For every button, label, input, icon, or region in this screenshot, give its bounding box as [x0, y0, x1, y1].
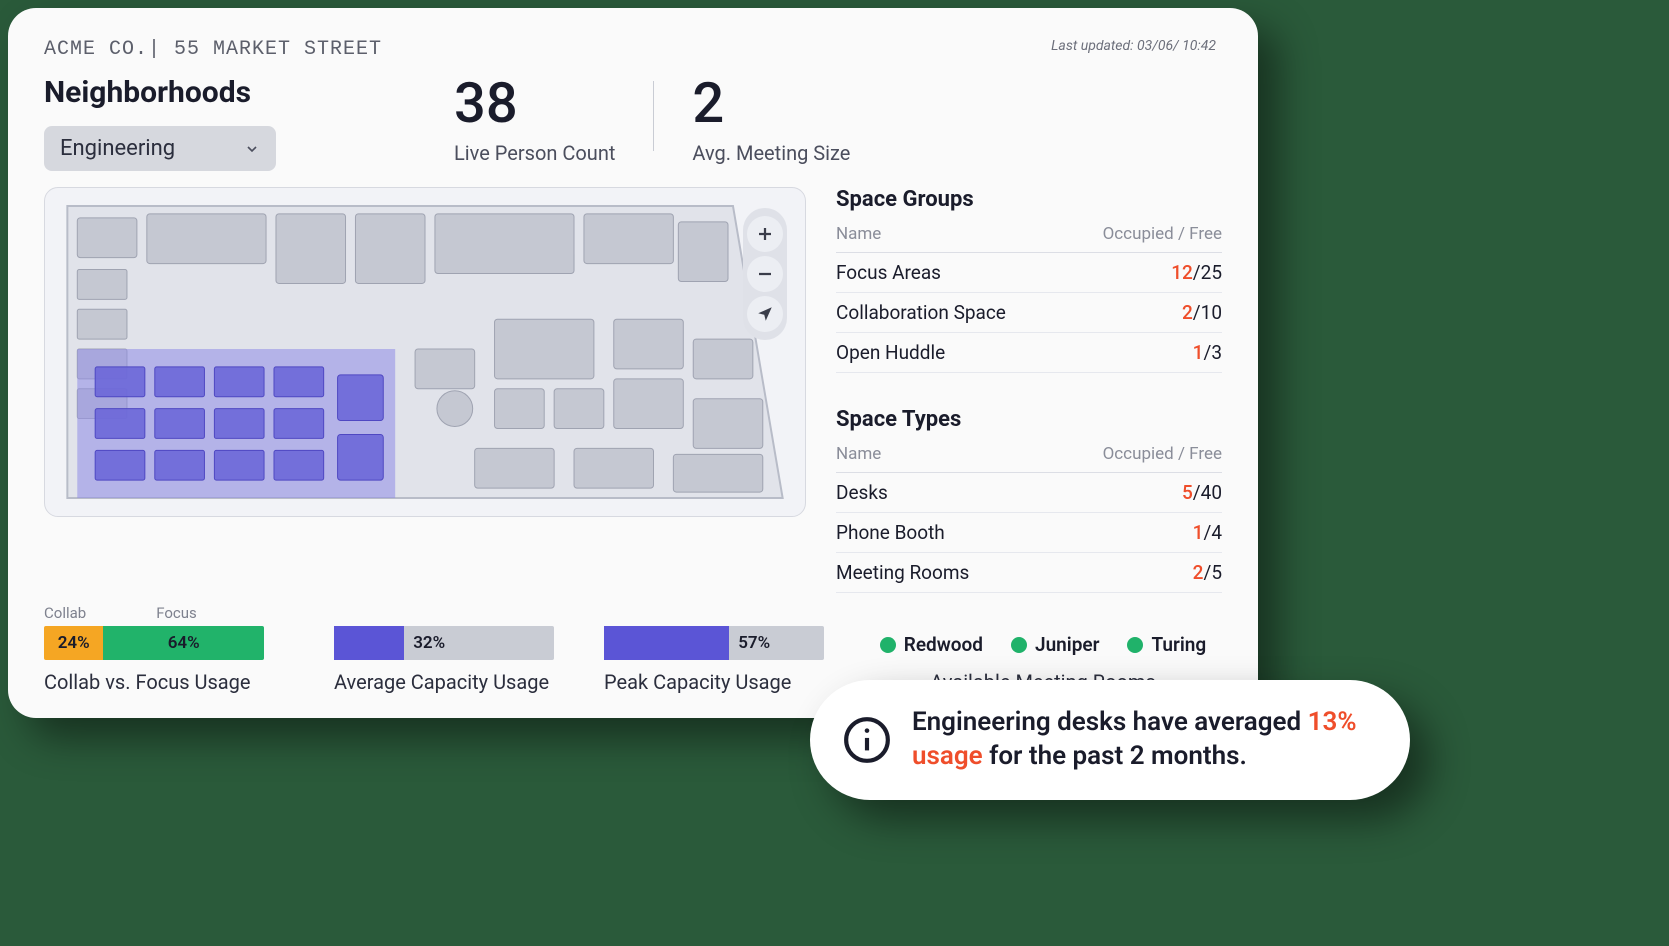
- space-groups-title: Space Groups: [836, 187, 1222, 212]
- neighborhood-column: Neighborhoods Engineering: [44, 75, 424, 171]
- cvf-label: Collab vs. Focus Usage: [44, 670, 274, 694]
- peak-usage-label: Peak Capacity Usage: [604, 670, 834, 694]
- cvf-focus-segment: 64%: [103, 626, 264, 660]
- avg-meeting-size-metric: 2 Avg. Meeting Size: [692, 75, 850, 165]
- zoom-out-button[interactable]: [747, 256, 783, 292]
- page-title: Neighborhoods: [44, 75, 424, 110]
- table-row: Open Huddle 1/3: [836, 333, 1222, 373]
- row-value: 1/3: [1193, 341, 1222, 364]
- dashboard-card: ACME CO.| 55 MARKET STREET Last updated:…: [8, 8, 1258, 718]
- table-row: Desks 5/40: [836, 473, 1222, 513]
- table-row: Collaboration Space 2/10: [836, 293, 1222, 333]
- avg-usage-fill: [334, 626, 404, 660]
- col-name: Name: [836, 444, 881, 464]
- middle-row: Space Groups Name Occupied / Free Focus …: [44, 187, 1222, 593]
- legend-item: Redwood: [880, 633, 983, 656]
- neighborhood-select[interactable]: Engineering: [44, 126, 276, 171]
- peak-capacity-chart: 57% Peak Capacity Usage: [604, 626, 834, 694]
- zoom-in-button[interactable]: [747, 216, 783, 252]
- row-name: Collaboration Space: [836, 301, 1006, 324]
- row-name: Meeting Rooms: [836, 561, 969, 584]
- col-name: Name: [836, 224, 881, 244]
- legend-item-label: Turing: [1151, 633, 1206, 656]
- legend-item: Juniper: [1011, 633, 1100, 656]
- insight-text: Engineering desks have averaged 13% usag…: [912, 706, 1378, 774]
- row-name: Focus Areas: [836, 261, 941, 284]
- live-person-count-metric: 38 Live Person Count: [454, 75, 615, 165]
- insight-post: for the past 2 months.: [983, 741, 1247, 771]
- location-arrow-icon: [756, 305, 774, 323]
- status-dot-icon: [1011, 637, 1027, 653]
- info-icon: [842, 715, 892, 765]
- table-row: Focus Areas 12/25: [836, 253, 1222, 293]
- table-row: Meeting Rooms 2/5: [836, 553, 1222, 593]
- avg-capacity-chart: 32% Average Capacity Usage: [334, 626, 564, 694]
- space-types-title: Space Types: [836, 407, 1222, 432]
- space-types-section: Space Types Name Occupied / Free Desks 5…: [836, 407, 1222, 593]
- space-types-header: Name Occupied / Free: [836, 444, 1222, 473]
- row-value: 12/25: [1171, 261, 1222, 284]
- legend-item: Turing: [1127, 633, 1206, 656]
- floorplan-map[interactable]: [57, 200, 793, 504]
- legend-item-label: Redwood: [904, 633, 983, 656]
- live-person-count-value: 38: [454, 75, 615, 131]
- collab-focus-chart: Collab Focus 24% 64% Collab vs. Focus Us…: [44, 604, 274, 694]
- plus-icon: [756, 225, 774, 243]
- space-groups-header: Name Occupied / Free: [836, 224, 1222, 253]
- header-row: Neighborhoods Engineering 38 Live Person…: [44, 75, 1222, 171]
- legend-row: Redwood Juniper Turing: [880, 633, 1206, 656]
- avg-usage-text: 32%: [413, 633, 445, 653]
- col-occupied-free: Occupied / Free: [1103, 224, 1222, 244]
- chevron-down-icon: [244, 141, 260, 157]
- zoom-controls: [743, 208, 787, 340]
- cvf-bar: 24% 64%: [44, 626, 264, 660]
- recenter-button[interactable]: [747, 296, 783, 332]
- avg-meeting-size-label: Avg. Meeting Size: [692, 141, 850, 165]
- avg-usage-label: Average Capacity Usage: [334, 670, 564, 694]
- row-name: Phone Booth: [836, 521, 945, 544]
- avg-meeting-size-value: 2: [692, 75, 850, 131]
- live-person-count-label: Live Person Count: [454, 141, 615, 165]
- last-updated-text: Last updated: 03/06/ 10:42: [1051, 38, 1216, 54]
- legend-item-label: Juniper: [1035, 633, 1100, 656]
- avg-usage-bar: 32%: [334, 626, 554, 660]
- row-name: Open Huddle: [836, 341, 945, 364]
- peak-usage-text: 57%: [738, 633, 770, 653]
- status-dot-icon: [880, 637, 896, 653]
- mini-label-collab: Collab: [44, 604, 86, 622]
- cvf-collab-segment: 24%: [44, 626, 103, 660]
- table-row: Phone Booth 1/4: [836, 513, 1222, 553]
- floorplan-panel[interactable]: [44, 187, 806, 517]
- insight-pre: Engineering desks have averaged: [912, 707, 1308, 737]
- peak-usage-bar: 57%: [604, 626, 824, 660]
- neighborhood-select-value: Engineering: [60, 136, 175, 161]
- right-column: Space Groups Name Occupied / Free Focus …: [836, 187, 1222, 593]
- row-value: 2/10: [1182, 301, 1222, 324]
- mini-label-focus: Focus: [156, 604, 197, 622]
- minus-icon: [756, 265, 774, 283]
- row-value: 5/40: [1182, 481, 1222, 504]
- col-occupied-free: Occupied / Free: [1103, 444, 1222, 464]
- breadcrumb: ACME CO.| 55 MARKET STREET: [44, 38, 1222, 61]
- row-name: Desks: [836, 481, 888, 504]
- row-value: 1/4: [1193, 521, 1222, 544]
- insight-card: Engineering desks have averaged 13% usag…: [810, 680, 1410, 800]
- status-dot-icon: [1127, 637, 1143, 653]
- peak-usage-fill: [604, 626, 729, 660]
- vertical-divider: [653, 81, 654, 151]
- row-value: 2/5: [1193, 561, 1222, 584]
